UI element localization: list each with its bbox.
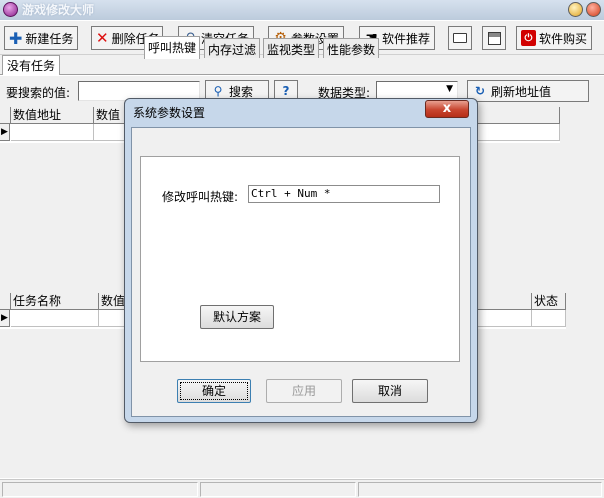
column-header-status[interactable]: 状态	[532, 293, 566, 310]
hotkey-input[interactable]: Ctrl + Num *	[248, 185, 440, 203]
status-segment	[358, 482, 602, 497]
save-disk-icon	[487, 31, 501, 45]
row-pointer-icon: ▶	[0, 124, 10, 141]
hotkey-label: 修改呼叫热键:	[162, 190, 239, 204]
table-cell[interactable]	[11, 124, 94, 141]
grid-corner	[0, 293, 11, 310]
dialog-close-button[interactable]: x	[425, 100, 469, 118]
table-cell[interactable]	[532, 310, 566, 327]
ok-button[interactable]: 确定	[177, 379, 251, 403]
minimize-button[interactable]	[568, 2, 583, 17]
tab-performance[interactable]: 性能参数	[323, 38, 380, 58]
tab-no-task[interactable]: 没有任务	[2, 55, 61, 75]
row-pointer-icon: ▶	[0, 310, 10, 327]
new-task-button[interactable]: ✚ 新建任务	[4, 26, 78, 50]
tab-monitor-type[interactable]: 监视类型	[263, 38, 320, 58]
refresh-icon: ↻	[474, 84, 486, 98]
magnifier-icon: ⚲	[213, 84, 223, 98]
table-cell[interactable]	[11, 310, 99, 327]
delete-x-icon: ✕	[96, 29, 109, 47]
column-header-task-name[interactable]: 任务名称	[11, 293, 99, 310]
task-tab-strip	[0, 55, 604, 75]
grid-corner	[0, 107, 11, 124]
status-segment	[200, 482, 356, 497]
close-window-button[interactable]	[586, 2, 601, 17]
folder-icon	[453, 33, 467, 43]
tab-hotkey[interactable]: 呼叫热键	[144, 36, 201, 59]
save-button[interactable]	[482, 26, 506, 50]
dialog-title: 系统参数设置	[133, 106, 206, 120]
status-segment	[2, 482, 198, 497]
apply-button[interactable]: 应用	[266, 379, 342, 403]
refresh-address-button[interactable]: ↻ 刷新地址值	[467, 80, 589, 102]
cancel-button[interactable]: 取消	[352, 379, 428, 403]
power-icon: ⏻	[521, 30, 536, 46]
tab-memory-filter[interactable]: 内存过滤	[204, 38, 261, 58]
default-scheme-button[interactable]: 默认方案	[200, 305, 274, 329]
plus-icon: ✚	[9, 28, 23, 48]
open-folder-button[interactable]	[448, 26, 472, 50]
app-icon	[3, 2, 18, 17]
column-header-address[interactable]: 数值地址	[11, 107, 94, 124]
window-title: 游戏修改大师	[22, 3, 95, 17]
chevron-down-icon: ▼	[446, 84, 453, 94]
buy-software-button[interactable]: ⏻ 软件购买	[516, 26, 592, 50]
search-value-label: 要搜索的值:	[6, 86, 71, 100]
status-bar	[0, 479, 604, 498]
